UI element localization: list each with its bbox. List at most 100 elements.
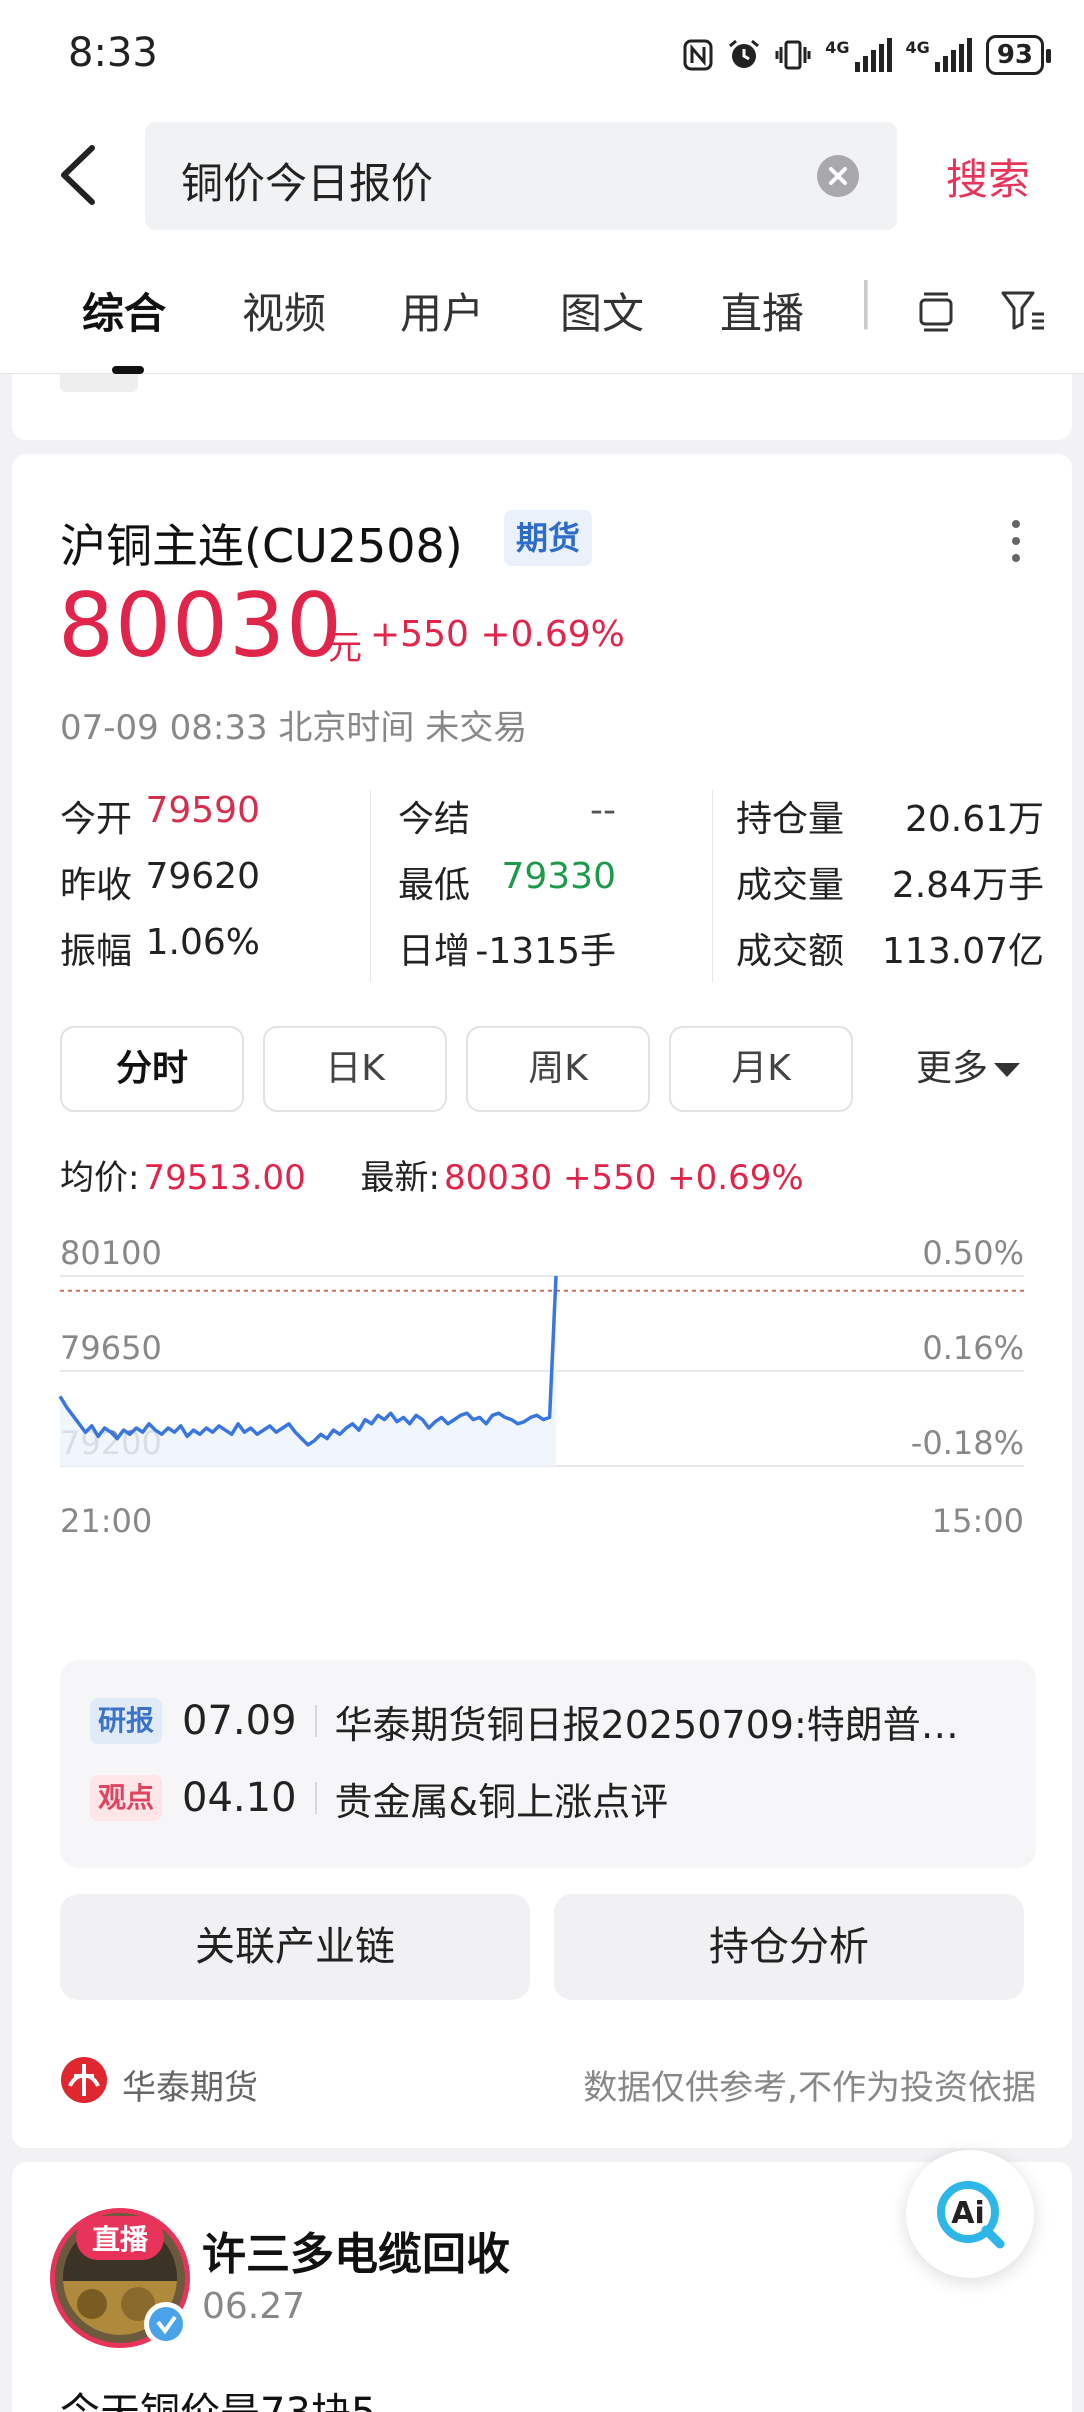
avg-label: 均价:	[60, 1158, 140, 1198]
search-button[interactable]: 搜索	[946, 146, 1030, 207]
stat-label: 最低	[398, 865, 471, 906]
post-text: 今天铜价是73块5	[60, 2380, 376, 2412]
result-tabs: 综合 视频 用户 图文 直播 ▏	[0, 250, 1084, 374]
news-tag: 研报	[90, 1698, 163, 1744]
battery-indicator: 93	[985, 35, 1052, 75]
news-date: 07.09	[182, 1698, 297, 1744]
stat-value: -1315手	[475, 931, 616, 972]
period-more-dropdown[interactable]: 更多	[916, 1026, 1021, 1112]
nfc-icon	[683, 39, 713, 71]
tab-image-text[interactable]: 图文	[560, 280, 644, 341]
stat-label: 昨收	[60, 865, 133, 906]
news-date: 04.10	[182, 1775, 297, 1821]
stat-label: 成交量	[736, 865, 845, 906]
y-tick-label-right: -0.18%	[911, 1424, 1024, 1462]
price-change: +550 +0.69%	[370, 614, 625, 655]
view-mode-icon[interactable]	[918, 290, 954, 334]
back-arrow-icon	[61, 145, 95, 205]
news-title: 华泰期货铜日报20250709:特朗普…	[334, 1702, 959, 1747]
period-intraday[interactable]: 分时	[60, 1026, 244, 1112]
source-row: 华泰期货 数据仅供参考,不作为投资依据	[60, 2050, 1036, 2110]
period-more-label: 更多	[916, 1048, 989, 1089]
news-item[interactable]: 观点 04.10 贵金属&铜上涨点评	[90, 1768, 668, 1828]
period-monthly[interactable]: 月K	[669, 1026, 853, 1112]
stat-value: 20.61万	[904, 799, 1044, 840]
x-tick-label: 15:00	[932, 1502, 1024, 1540]
live-badge: 直播	[50, 2216, 190, 2260]
news-separator	[314, 1705, 317, 1737]
y-tick-label: 79650	[60, 1329, 162, 1367]
verified-icon	[144, 2302, 188, 2346]
close-icon	[829, 167, 847, 185]
tab-user[interactable]: 用户	[400, 280, 484, 341]
quote-time: 07-09 08:33 北京时间 未交易	[60, 708, 528, 748]
stat-value: 79620	[145, 856, 260, 897]
stat-value: 113.07亿	[882, 931, 1044, 972]
intraday-chart[interactable]: 8010079650792000.50%0.16%-0.18%21:0015:0…	[12, 1224, 1072, 1664]
tab-live[interactable]: 直播	[720, 280, 804, 341]
previous-result-card	[12, 374, 1072, 440]
stat-label: 今结	[398, 799, 471, 840]
y-tick-label-right: 0.50%	[922, 1234, 1024, 1272]
stat-label: 持仓量	[736, 799, 845, 840]
post-date: 06.27	[202, 2286, 306, 2327]
period-daily[interactable]: 日K	[263, 1026, 447, 1112]
period-selector: 分时 日K 周K 月K 更多	[60, 1026, 1040, 1114]
status-time: 8:33	[68, 30, 158, 76]
source-name: 华泰期货	[122, 2068, 258, 2108]
search-input[interactable]: 铜价今日报价	[145, 122, 897, 230]
period-weekly[interactable]: 周K	[466, 1026, 650, 1112]
latest-value: 80030 +550 +0.69%	[443, 1158, 804, 1198]
futures-badge: 期货	[504, 510, 593, 566]
dropdown-caret-icon	[994, 1063, 1021, 1077]
author-name[interactable]: 许三多电缆回收	[202, 2218, 510, 2282]
status-icons: 4G 4G 93	[683, 30, 1052, 80]
stat-value: --	[590, 790, 616, 831]
x-tick-label: 21:00	[60, 1502, 152, 1540]
y-tick-label-right: 0.16%	[922, 1329, 1024, 1367]
stats-row: 今开 79590 今结 -- 持仓量 20.61万	[60, 790, 1044, 854]
svg-text:Ai: Ai	[951, 2196, 985, 2231]
stat-value: 79590	[145, 790, 260, 831]
filter-icon[interactable]	[1000, 288, 1046, 332]
stat-label: 今开	[60, 799, 133, 840]
stat-value: 79330	[501, 856, 616, 897]
y-tick-label: 80100	[60, 1234, 162, 1272]
back-button[interactable]	[50, 140, 110, 210]
tab-active-indicator	[112, 366, 144, 374]
stat-value: 2.84万手	[891, 865, 1044, 906]
latest-label: 最新:	[360, 1158, 440, 1198]
news-tag: 观点	[90, 1775, 163, 1821]
signal-icon: 4G	[825, 38, 892, 72]
disclaimer: 数据仅供参考,不作为投资依据	[583, 2068, 1036, 2108]
tab-comprehensive[interactable]: 综合	[82, 280, 166, 341]
stats-row: 振幅 1.06% 日增 -1315手 成交额 113.07亿	[60, 922, 1044, 986]
stat-label: 振幅	[60, 931, 133, 972]
action-buttons: 关联产业链 持仓分析	[60, 1894, 1036, 2000]
alarm-icon	[729, 39, 760, 68]
price-unit: 元	[328, 628, 362, 668]
search-header: 铜价今日报价 搜索	[0, 110, 1084, 250]
news-separator	[314, 1782, 317, 1814]
search-query: 铜价今日报价	[181, 159, 434, 208]
price-summary: 均价: 79513.00 最新: 80030 +550 +0.69%	[60, 1150, 804, 1199]
futures-quote-card[interactable]: 沪铜主连(CU2508) 期货 80030 元 +550 +0.69% 07-0…	[12, 454, 1072, 2148]
industry-chain-button[interactable]: 关联产业链	[60, 1894, 530, 2000]
contract-title: 沪铜主连(CU2508)	[60, 519, 463, 573]
huatai-logo-icon	[61, 2057, 107, 2103]
current-price: 80030	[58, 574, 343, 677]
stat-label: 成交额	[736, 931, 845, 972]
avg-value: 79513.00	[143, 1158, 306, 1198]
news-item[interactable]: 研报 07.09 华泰期货铜日报20250709:特朗普…	[90, 1691, 959, 1751]
stats-row: 昨收 79620 最低 79330 成交量 2.84万手	[60, 856, 1044, 920]
tab-overflow-hint: ▏	[864, 280, 897, 329]
position-analysis-button[interactable]: 持仓分析	[554, 1894, 1024, 2000]
clear-search-button[interactable]	[817, 155, 859, 197]
ai-assistant-button[interactable]: Ai	[906, 2150, 1034, 2278]
news-panel: 研报 07.09 华泰期货铜日报20250709:特朗普… 观点 04.10 贵…	[60, 1660, 1036, 1868]
more-options-icon[interactable]	[1006, 516, 1026, 566]
vibrate-icon	[775, 40, 811, 70]
tab-video[interactable]: 视频	[242, 280, 326, 341]
previous-card-tag	[60, 374, 138, 392]
news-title: 贵金属&铜上涨点评	[334, 1779, 669, 1824]
